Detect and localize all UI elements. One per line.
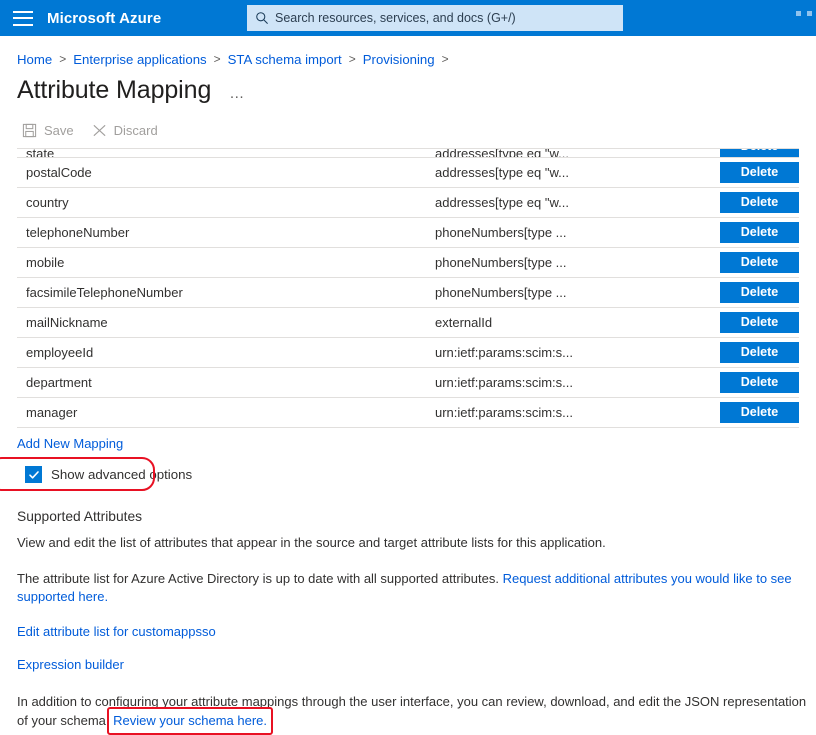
row-actions-cell: Delete <box>702 252 799 273</box>
delete-mapping-button[interactable]: Delete <box>720 372 799 393</box>
supported-attributes-status-text: The attribute list for Azure Active Dire… <box>17 571 503 586</box>
source-attribute-cell[interactable]: department <box>17 375 435 390</box>
target-attribute-cell[interactable]: urn:ietf:params:scim:s... <box>435 405 702 420</box>
page-title-row: Attribute Mapping … <box>0 76 816 105</box>
table-row: mobile phoneNumbers[type ... Delete <box>17 248 799 278</box>
source-attribute-cell[interactable]: mobile <box>17 255 435 270</box>
source-attribute-cell[interactable]: postalCode <box>17 165 435 180</box>
breadcrumb: Home > Enterprise applications > STA sch… <box>0 44 816 74</box>
review-your-schema-link[interactable]: Review your schema here. <box>113 713 267 728</box>
topbar-icon-dot-1[interactable] <box>796 11 801 16</box>
breadcrumb-separator-trailing: > <box>441 52 449 66</box>
breadcrumb-item-home[interactable]: Home <box>17 52 52 67</box>
edit-attribute-list-link[interactable]: Edit attribute list for customappsso <box>17 624 810 639</box>
more-options-ellipsis-icon[interactable]: … <box>229 85 246 102</box>
supported-attributes-section: Supported Attributes View and edit the l… <box>0 509 816 735</box>
search-icon <box>256 12 268 24</box>
schema-review-paragraph: In addition to configuring your attribut… <box>17 692 810 735</box>
show-advanced-options-label[interactable]: Show advanced options <box>51 467 192 482</box>
row-actions-cell: Delete <box>702 222 799 243</box>
hamburger-menu-icon[interactable] <box>13 10 33 26</box>
delete-mapping-button[interactable]: Delete <box>720 162 799 183</box>
row-actions-cell: Delete <box>702 312 799 333</box>
show-advanced-options-checkbox[interactable] <box>25 466 42 483</box>
save-button-label: Save <box>44 122 74 138</box>
source-attribute-cell[interactable]: country <box>17 195 435 210</box>
target-attribute-cell[interactable]: addresses[type eq "w... <box>435 195 702 210</box>
add-new-mapping-link[interactable]: Add New Mapping <box>0 436 123 451</box>
source-attribute-cell[interactable]: state <box>17 149 435 157</box>
target-attribute-cell[interactable]: phoneNumbers[type ... <box>435 225 702 240</box>
delete-mapping-button[interactable]: Delete <box>720 402 799 423</box>
breadcrumb-separator: > <box>213 52 221 66</box>
target-attribute-cell[interactable]: externalId <box>435 315 702 330</box>
row-actions-cell: Delete <box>702 372 799 393</box>
table-row: postalCode addresses[type eq "w... Delete <box>17 158 799 188</box>
save-button[interactable]: Save <box>22 123 74 138</box>
row-actions-cell: Delete <box>702 192 799 213</box>
delete-mapping-button[interactable]: Delete <box>720 282 799 303</box>
table-row: department urn:ietf:params:scim:s... Delet… <box>17 368 799 398</box>
expression-builder-link[interactable]: Expression builder <box>17 657 810 672</box>
delete-mapping-button[interactable]: Delete <box>720 222 799 243</box>
checkmark-icon <box>28 470 39 479</box>
table-row: country addresses[type eq "w... Delete <box>17 188 799 218</box>
delete-mapping-button[interactable]: Delete <box>720 342 799 363</box>
table-row: employeeId urn:ietf:params:scim:s... Delet… <box>17 338 799 368</box>
target-attribute-cell[interactable]: urn:ietf:params:scim:s... <box>435 345 702 360</box>
target-attribute-cell[interactable]: addresses[type eq "w... <box>435 149 702 157</box>
breadcrumb-item-provisioning[interactable]: Provisioning <box>363 52 435 67</box>
supported-attributes-status: The attribute list for Azure Active Dire… <box>17 570 810 606</box>
target-attribute-cell[interactable]: phoneNumbers[type ... <box>435 285 702 300</box>
supported-attributes-title: Supported Attributes <box>17 509 143 524</box>
show-advanced-options-row: Show advanced options <box>0 457 816 492</box>
delete-mapping-button[interactable]: Delete <box>720 252 799 273</box>
table-row: stateaddresses[type eq "w... Delete <box>17 149 799 158</box>
target-attribute-cell[interactable]: addresses[type eq "w... <box>435 165 702 180</box>
delete-mapping-button[interactable]: Delete <box>720 192 799 213</box>
page-title: Attribute Mapping <box>17 76 212 104</box>
discard-button[interactable]: Discard <box>92 123 158 138</box>
azure-top-navigation-bar: Microsoft Azure Search resources, servic… <box>0 0 816 36</box>
row-actions-cell: Delete <box>702 149 799 157</box>
delete-mapping-button[interactable]: Delete <box>720 312 799 333</box>
row-actions-cell: Delete <box>702 282 799 303</box>
global-search-box[interactable]: Search resources, services, and docs (G+… <box>247 5 623 31</box>
topbar-icon-dot-2[interactable] <box>807 11 812 16</box>
source-attribute-cell[interactable]: employeeId <box>17 345 435 360</box>
supported-attributes-description: View and edit the list of attributes tha… <box>17 535 606 550</box>
breadcrumb-separator: > <box>348 52 356 66</box>
global-search-placeholder: Search resources, services, and docs (G+… <box>275 11 516 25</box>
breadcrumb-separator: > <box>59 52 67 66</box>
table-row: mailNickname externalId Delete <box>17 308 799 338</box>
source-attribute-cell[interactable]: telephoneNumber <box>17 225 435 240</box>
row-actions-cell: Delete <box>702 402 799 423</box>
row-actions-cell: Delete <box>702 162 799 183</box>
source-attribute-cell[interactable]: mailNickname <box>17 315 435 330</box>
save-disk-icon <box>22 123 37 137</box>
breadcrumb-item-enterprise-applications[interactable]: Enterprise applications <box>73 52 206 67</box>
source-attribute-cell[interactable]: facsimileTelephoneNumber <box>17 285 435 300</box>
table-row: telephoneNumber phoneNumbers[type ... Dele… <box>17 218 799 248</box>
attribute-mapping-table: stateaddresses[type eq "w...Deletepostal… <box>17 148 799 428</box>
discard-button-label: Discard <box>113 122 158 138</box>
delete-mapping-button[interactable]: Delete <box>720 149 799 157</box>
table-row: facsimileTelephoneNumber phoneNumbers[typ… <box>17 278 799 308</box>
target-attribute-cell[interactable]: urn:ietf:params:scim:s... <box>435 375 702 390</box>
source-attribute-cell[interactable]: manager <box>17 405 435 420</box>
breadcrumb-item-sta-schema-import[interactable]: STA schema import <box>228 52 342 67</box>
topbar-right-icons <box>796 11 812 16</box>
target-attribute-cell[interactable]: phoneNumbers[type ... <box>435 255 702 270</box>
table-row: manager urn:ietf:params:scim:s... Delete <box>17 398 799 428</box>
close-x-icon <box>93 124 106 136</box>
command-bar: Save Discard <box>0 112 816 148</box>
azure-brand-title[interactable]: Microsoft Azure <box>47 10 161 27</box>
row-actions-cell: Delete <box>702 342 799 363</box>
